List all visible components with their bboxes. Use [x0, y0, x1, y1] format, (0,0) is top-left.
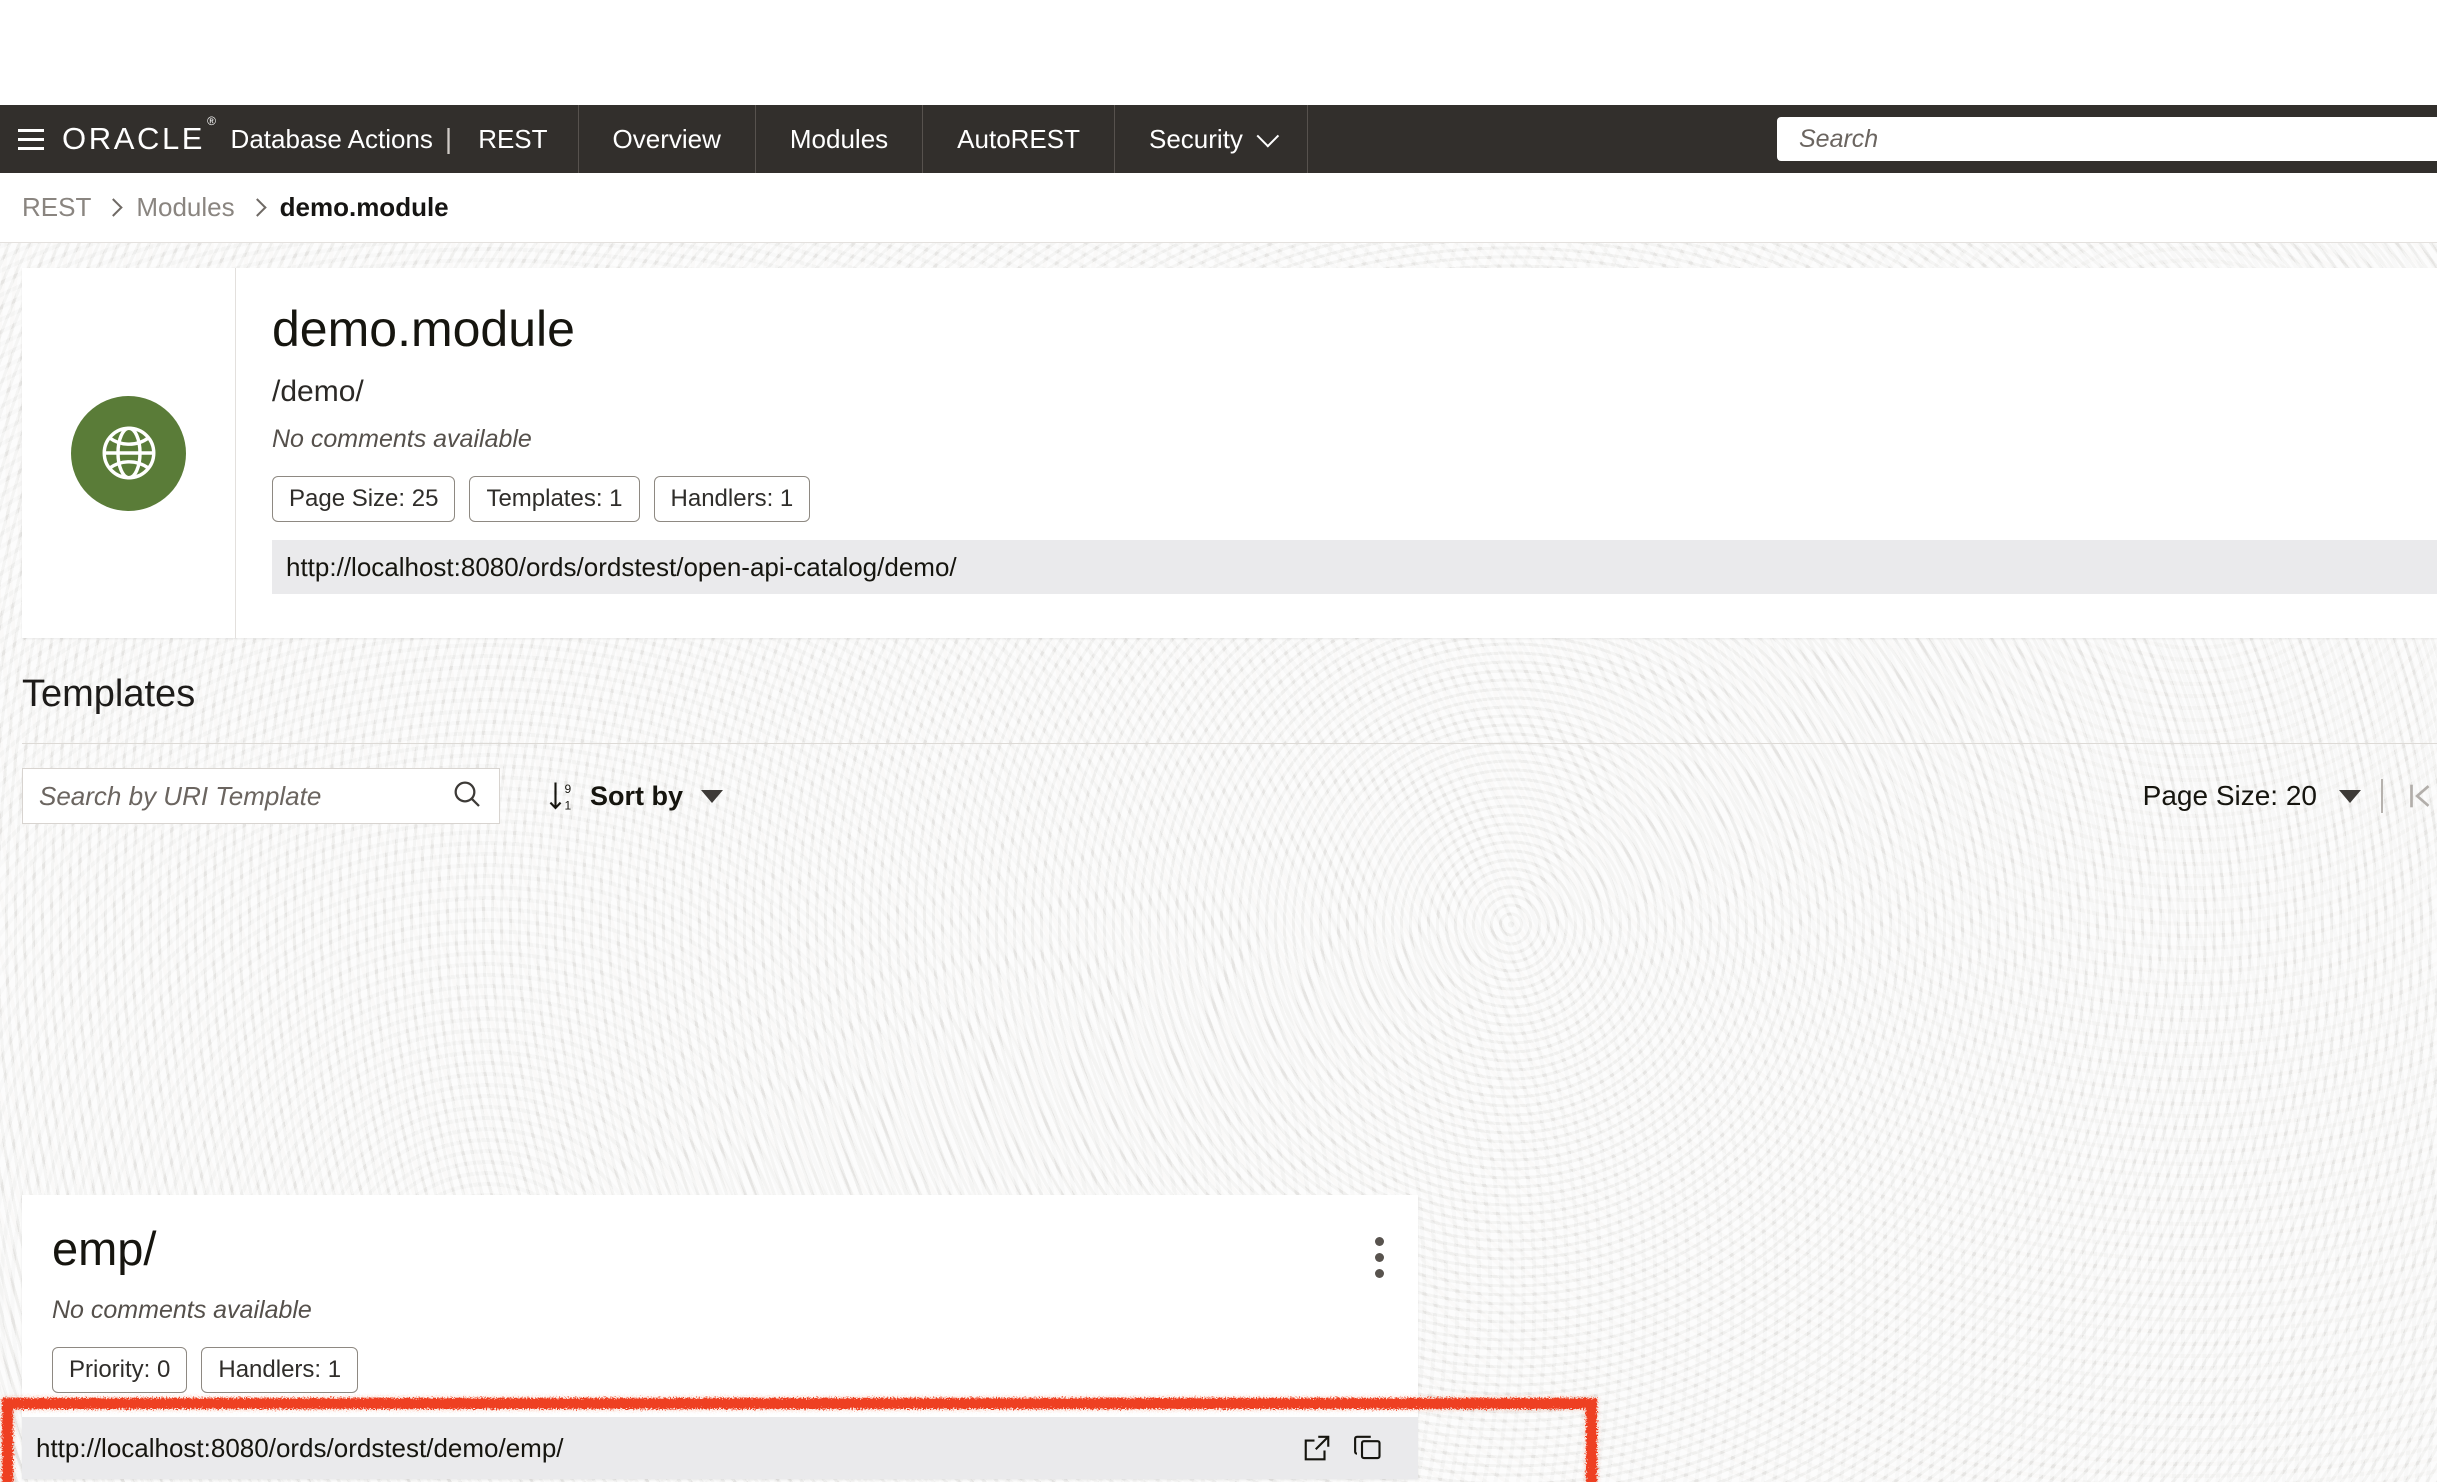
- template-comments: No comments available: [52, 1296, 1388, 1325]
- chip-handlers-count: Handlers: 1: [654, 476, 811, 522]
- breadcrumb-item-modules[interactable]: Modules: [136, 192, 234, 223]
- svg-text:9: 9: [565, 782, 572, 796]
- open-in-new-icon[interactable]: [1302, 1433, 1332, 1463]
- chevron-right-icon: [248, 198, 266, 216]
- app-header: ORACLE® Database Actions | REST Overview…: [0, 105, 2437, 173]
- caret-down-icon: [2339, 790, 2361, 803]
- hamburger-icon[interactable]: [0, 105, 62, 173]
- templates-section-title: Templates: [22, 673, 195, 716]
- page-size-label: Page Size: 20: [2143, 780, 2317, 812]
- url-action-buttons: [1302, 1433, 1382, 1463]
- pagination-controls: Page Size: 20: [2143, 763, 2437, 829]
- template-url-bar[interactable]: http://localhost:8080/ords/ordstest/demo…: [22, 1417, 1418, 1479]
- oracle-logo: ORACLE®: [62, 121, 217, 157]
- page-title: demo.module: [272, 302, 2437, 357]
- pager-divider: [2381, 779, 2383, 813]
- page-size-selector[interactable]: Page Size: 20: [2143, 780, 2361, 812]
- brand-section-label: REST: [478, 124, 547, 155]
- module-url-text: http://localhost:8080/ords/ordstest/open…: [286, 552, 957, 583]
- breadcrumb-item-current: demo.module: [280, 192, 449, 223]
- template-title: emp/: [52, 1225, 1388, 1272]
- module-url-bar[interactable]: http://localhost:8080/ords/ordstest/open…: [272, 540, 2437, 594]
- module-uri-prefix: /demo/: [272, 375, 2437, 409]
- globe-icon: [71, 396, 186, 511]
- section-divider: [22, 743, 2437, 744]
- search-icon[interactable]: [451, 778, 483, 815]
- kebab-menu-icon[interactable]: [1369, 1231, 1390, 1284]
- copy-icon[interactable]: [1352, 1433, 1382, 1463]
- nav-item-autorest[interactable]: AutoREST: [922, 105, 1114, 173]
- chevron-down-icon: [1256, 125, 1279, 148]
- module-avatar: [22, 268, 236, 638]
- module-comments: No comments available: [272, 425, 2437, 454]
- template-card: emp/ No comments available Priority: 0 H…: [22, 1195, 1418, 1479]
- module-chips: Page Size: 25 Templates: 1 Handlers: 1: [272, 476, 2437, 522]
- search-input[interactable]: [39, 781, 451, 812]
- chip-handlers-count: Handlers: 1: [201, 1347, 358, 1393]
- module-details: demo.module /demo/ No comments available…: [236, 268, 2437, 638]
- template-card-body: emp/ No comments available Priority: 0 H…: [22, 1195, 1418, 1417]
- main-nav: Overview Modules AutoREST Security: [578, 105, 1308, 173]
- chip-page-size: Page Size: 25: [272, 476, 455, 522]
- template-search[interactable]: [22, 768, 500, 824]
- templates-toolbar: 9 1 Sort by: [22, 763, 2437, 829]
- brand-separator: |: [445, 123, 452, 155]
- global-search[interactable]: [1777, 117, 2437, 161]
- template-url-text: http://localhost:8080/ords/ordstest/demo…: [36, 1433, 564, 1464]
- nav-item-label: AutoREST: [957, 124, 1080, 155]
- window-top-strip: [0, 0, 2437, 105]
- sort-by-label: Sort by: [590, 781, 683, 812]
- nav-item-modules[interactable]: Modules: [755, 105, 922, 173]
- page-body: demo.module /demo/ No comments available…: [0, 243, 2437, 1482]
- nav-item-label: Modules: [790, 124, 888, 155]
- nav-item-label: Security: [1149, 124, 1243, 155]
- sort-by-button[interactable]: 9 1 Sort by: [548, 778, 723, 814]
- nav-item-overview[interactable]: Overview: [578, 105, 755, 173]
- nav-item-label: Overview: [613, 124, 721, 155]
- caret-down-icon: [701, 790, 723, 803]
- svg-text:1: 1: [565, 799, 572, 813]
- template-chips: Priority: 0 Handlers: 1: [52, 1347, 1388, 1393]
- trademark-symbol: ®: [207, 114, 218, 128]
- breadcrumb: REST Modules demo.module: [0, 173, 2437, 243]
- sort-descending-icon: 9 1: [548, 778, 578, 814]
- brand: ORACLE® Database Actions | REST: [62, 105, 578, 173]
- breadcrumb-item-rest[interactable]: REST: [22, 192, 91, 223]
- brand-product-label: Database Actions: [231, 124, 433, 155]
- chevron-right-icon: [105, 198, 123, 216]
- chip-priority: Priority: 0: [52, 1347, 187, 1393]
- first-page-icon[interactable]: [2403, 779, 2437, 813]
- chip-templates-count: Templates: 1: [469, 476, 639, 522]
- module-summary-card: demo.module /demo/ No comments available…: [22, 268, 2437, 638]
- search-input[interactable]: [1777, 117, 2437, 161]
- nav-item-security[interactable]: Security: [1114, 105, 1308, 173]
